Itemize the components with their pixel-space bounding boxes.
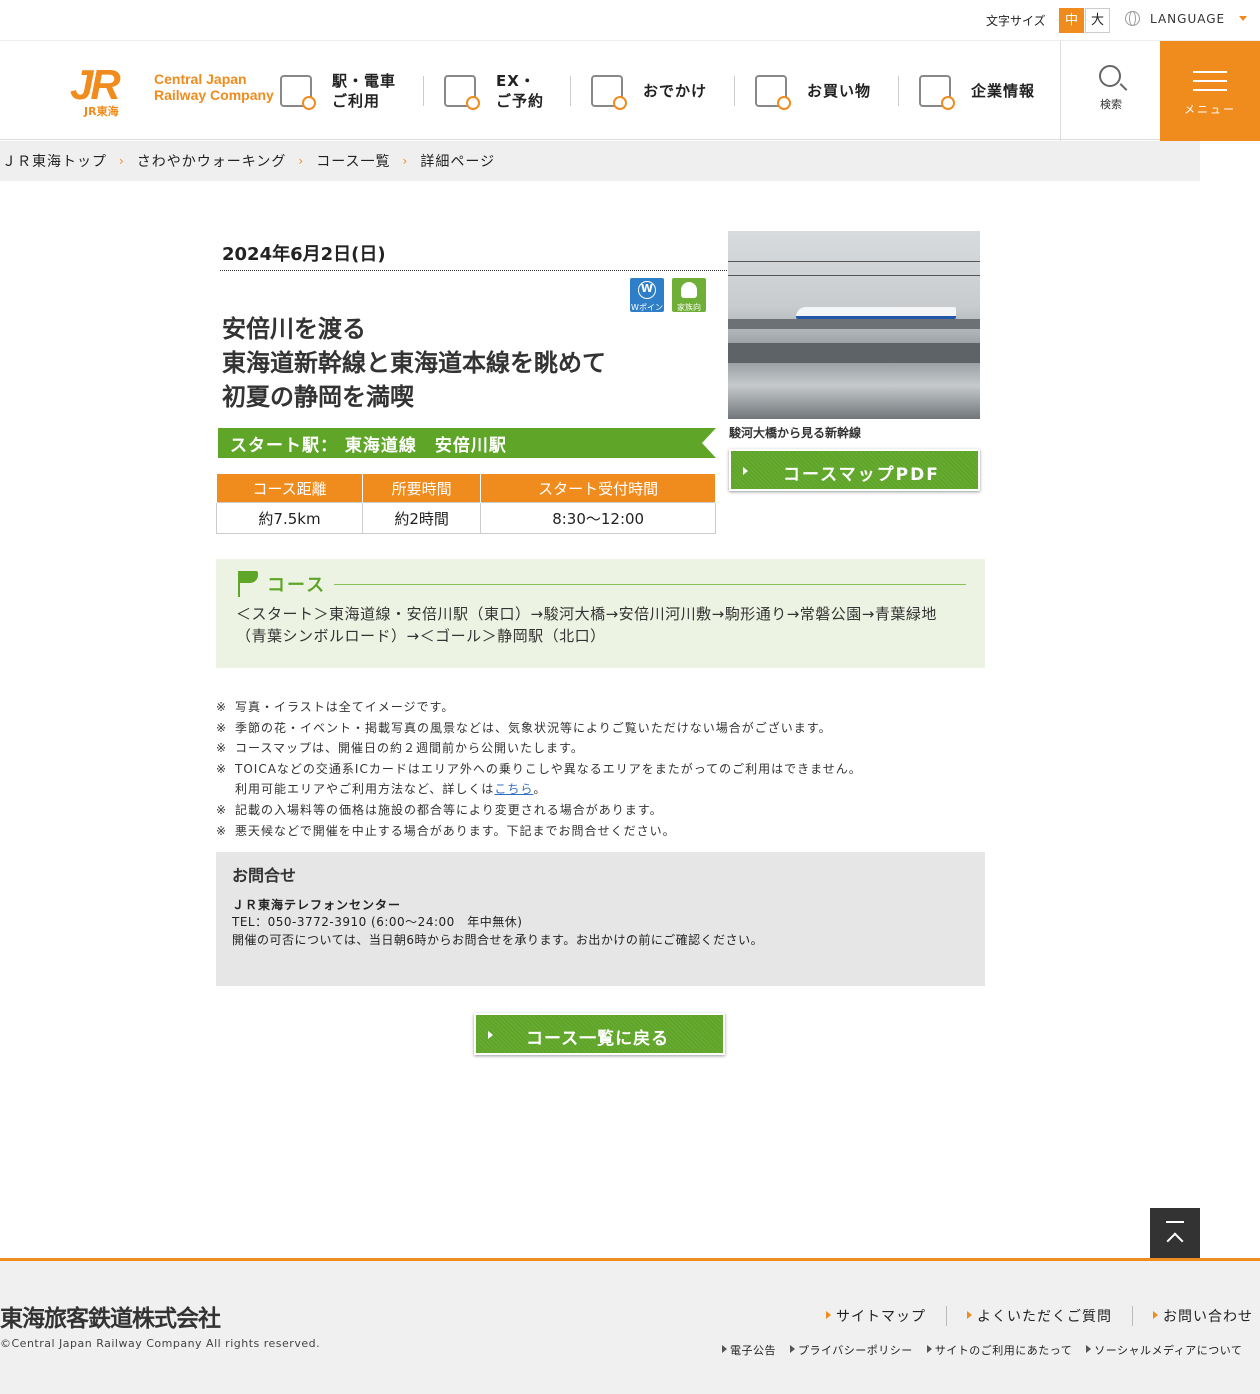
note-item: ※ 写真・イラストは全てイメージです。: [216, 700, 455, 714]
breadcrumb-current: 詳細ページ: [420, 154, 496, 170]
ticket-icon: [444, 75, 480, 110]
stats-header: 所要時間: [361, 473, 482, 503]
footer-main-links: サイトマップ よくいただくご質問 お問い合わせ: [826, 1306, 1260, 1326]
contact-name: ＪＲ東海テレフォンセンター: [232, 898, 402, 912]
chevron-right-icon: ›: [298, 154, 305, 168]
note-item-continued: 利用可能エリアやご利用方法など、詳しくはこちら。: [235, 782, 547, 797]
flag-icon: [238, 571, 258, 597]
site-header: JR JR東海 Central Japan Railway Company 駅・…: [0, 40, 1260, 141]
footer-link-e-notice[interactable]: 電子公告: [722, 1342, 776, 1358]
footer-company-name: 東海旅客鉄道株式会社: [0, 1306, 221, 1332]
nav-station-train[interactable]: 駅・電車 ご利用: [260, 41, 423, 141]
course-section: コース ＜スタート＞東海道線・安倍川駅（東口）→駿河大橋→安倍川河川敷→駒形通り…: [216, 559, 985, 668]
family-badge: 家族向: [672, 278, 706, 312]
course-distance: 約7.5km: [216, 502, 363, 534]
footer-link-terms[interactable]: サイトのご利用にあたって: [926, 1342, 1072, 1358]
footer-copyright: ©Central Japan Railway Company All right…: [0, 1337, 321, 1350]
course-heading: コース: [267, 575, 327, 596]
suitcase-icon: [591, 75, 627, 110]
logo-text: Central Japan Railway Company: [154, 71, 274, 103]
search-button[interactable]: 検索: [1060, 41, 1160, 141]
footer-link-contact[interactable]: お問い合わせ: [1153, 1306, 1260, 1326]
footer-sub-links: 電子公告 プライバシーポリシー サイトのご利用にあたって ソーシャルメディアにつ…: [722, 1342, 1256, 1358]
nav-shopping[interactable]: お買い物: [735, 41, 898, 141]
font-size-medium-button[interactable]: 中: [1059, 8, 1084, 33]
stats-header: スタート受付時間: [480, 473, 716, 503]
stats-header: コース距離: [216, 473, 363, 503]
site-logo[interactable]: JR JR東海 Central Japan Railway Company: [70, 61, 274, 119]
global-nav: 駅・電車 ご利用 EX・ ご予約 おでかけ お買い物 企業情報: [260, 41, 1059, 141]
nav-outing[interactable]: おでかけ: [571, 41, 734, 141]
event-title: 安倍川を渡る 東海道新幹線と東海道本線を眺めて 初夏の静岡を満喫: [222, 315, 606, 411]
note-item: ※ TOICAなどの交通系ICカードはエリア外への乗りこしや異なるエリアをまたがっ…: [216, 761, 862, 776]
search-icon: [1099, 65, 1121, 87]
contact-box: お問合せ ＪＲ東海テレフォンセンター TEL：050-3772-3910 (6:…: [216, 852, 985, 986]
required-time: 約2時間: [361, 502, 482, 534]
shinkansen-image: [796, 307, 956, 319]
footer-link-social-media[interactable]: ソーシャルメディアについて: [1086, 1342, 1242, 1358]
footer-link-privacy[interactable]: プライバシーポリシー: [790, 1342, 913, 1358]
breadcrumb-item[interactable]: ＪＲ東海トップ: [2, 151, 107, 171]
start-station-label: スタート駅： 東海道線 安倍川駅: [230, 436, 507, 456]
course-route: ＜スタート＞東海道線・安倍川駅（東口）→駿河大橋→安倍川河川敷→駒形通り→常磐公…: [236, 605, 937, 645]
language-selector[interactable]: LANGUAGE: [1125, 11, 1248, 26]
breadcrumb: ＪＲ東海トップ › さわやかウォーキング › コース一覧 › 詳細ページ: [0, 141, 1200, 181]
chevron-right-icon: ›: [119, 154, 125, 168]
hamburger-icon: [1193, 71, 1227, 73]
back-to-course-list-button[interactable]: コース一覧に戻る: [474, 1013, 725, 1055]
course-photo: [728, 231, 980, 419]
breadcrumb-item[interactable]: さわやかウォーキング: [137, 151, 287, 171]
utility-bar: 文字サイズ 中 大 LANGUAGE: [0, 0, 1260, 40]
language-label: LANGUAGE: [1150, 11, 1226, 26]
notes-list: ※ 写真・イラストは全てイメージです。 ※ 季節の花・イベント・掲載写真の風景などは…: [216, 697, 985, 841]
contact-tel: TEL：050-3772-3910 (6:00〜24:00 年中無休): [232, 915, 523, 929]
note-item: ※ コースマップは、開催日の約２週間前から公開いたします。: [216, 741, 584, 756]
play-arrow-icon: [488, 1031, 493, 1039]
course-stats-table: コース距離 所要時間 スタート受付時間 約7.5km 約2時間 8:30〜12:…: [216, 473, 716, 534]
font-size-large-button[interactable]: 大: [1085, 8, 1110, 33]
chevron-down-icon: [1239, 16, 1248, 21]
note-item: ※ 季節の花・イベント・掲載写真の風景などは、気象状況等によりご覧いただけない場合…: [216, 720, 832, 735]
note-item: ※ 記載の入場料等の価格は施設の都合等により変更される場合があります。: [216, 802, 663, 817]
w-point-badge: Wポイント: [630, 278, 664, 323]
footer-link-faq[interactable]: よくいただくご質問: [967, 1306, 1132, 1326]
jr-logo-mark: JR JR東海: [70, 61, 121, 119]
nav-corporate[interactable]: 企業情報: [899, 41, 1059, 141]
start-station-banner: スタート駅： 東海道線 安倍川駅: [218, 428, 716, 458]
train-icon: [280, 75, 316, 110]
divider: [220, 270, 727, 271]
event-date: 2024年6月2日(日): [222, 244, 386, 265]
breadcrumb-item[interactable]: コース一覧: [316, 151, 390, 171]
site-footer: 東海旅客鉄道株式会社 ©Central Japan Railway Compan…: [0, 1258, 1260, 1394]
chevron-right-icon: ›: [402, 154, 409, 168]
note-item: ※ 悪天候などで開催を中止する場合があります。下記までお問合せください。: [216, 823, 676, 838]
nav-ex-reservation[interactable]: EX・ ご予約: [424, 41, 570, 141]
toica-details-link[interactable]: こちら: [494, 782, 533, 796]
footer-link-sitemap[interactable]: サイトマップ: [826, 1306, 946, 1326]
building-icon: [919, 75, 955, 110]
page-top-button[interactable]: [1150, 1208, 1200, 1258]
globe-icon: [1125, 11, 1140, 26]
photo-caption: 駿河大橋から見る新幹線: [729, 426, 862, 440]
play-arrow-icon: [743, 467, 748, 475]
menu-button[interactable]: メニュー: [1160, 41, 1260, 141]
contact-note: 開催の可否については、当日朝6時からお問合せを承ります。お出かけの前にご確認くだ…: [232, 933, 764, 947]
reception-time: 8:30〜12:00: [480, 502, 716, 534]
shopping-bag-icon: [755, 75, 791, 110]
contact-heading: お問合せ: [232, 866, 297, 885]
course-map-pdf-button[interactable]: コースマップPDF: [729, 449, 980, 491]
font-size-label: 文字サイズ: [986, 14, 1046, 28]
